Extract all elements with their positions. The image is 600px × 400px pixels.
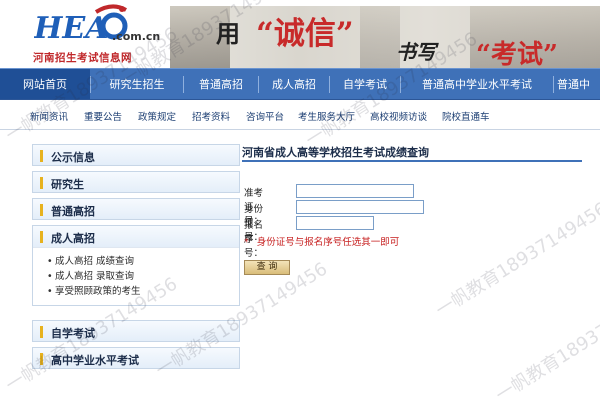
sidebar-item-label: 公示信息 (51, 151, 95, 164)
site-logo[interactable]: HEA .com.cn 河南招生考试信息网 (0, 0, 170, 68)
main-nav: 网站首页 研究生招生 普通高招 成人高招 自学考试 普通高中学业水平考试 普通中 (0, 68, 600, 100)
nav-item-proficiency[interactable]: 普通高中学业水平考试 (401, 69, 553, 99)
score-query-form: 准考证号： 身份证号： 报名序号： * 身份证号与报名序号任选其一即可 (242, 184, 582, 264)
logo-subtitle: 河南招生考试信息网 (33, 52, 132, 64)
sidebar-link-policy-candidates[interactable]: • 享受照顾政策的考生 (47, 284, 239, 299)
sidebar-marker (40, 231, 43, 243)
sidebar: 公示信息 研究生 普通高招 成人高招 • 成人高招 成绩查询 • 成人高招 录取查询… (32, 144, 240, 374)
sidebar-link-admission-query[interactable]: • 成人高招 录取查询 (47, 269, 239, 284)
nav-item-truncated[interactable]: 普通中 (557, 69, 600, 99)
nav-item-regular[interactable]: 普通高招 (184, 69, 258, 99)
sidebar-item-adult[interactable]: 成人高招 (33, 226, 239, 248)
nav-item-home[interactable]: 网站首页 (0, 69, 90, 99)
sidebar-item-proficiency[interactable]: 高中学业水平考试 (32, 347, 240, 369)
sidebar-item-label: 研究生 (51, 178, 84, 191)
sidebar-marker (40, 177, 43, 189)
sidebar-item-label: 自学考试 (51, 327, 95, 340)
sidebar-marker (40, 353, 43, 365)
sidebar-link-label: 享受照顾政策的考生 (55, 286, 141, 297)
header-banner: 用 “诚信” 书写 “考试” (170, 6, 600, 68)
subnav-item-news[interactable]: 新闻资讯 (30, 109, 68, 123)
subnav-item-consult[interactable]: 咨询平台 (246, 109, 284, 123)
sidebar-link-label: 成人高招 录取查询 (55, 271, 135, 282)
sidebar-item-label: 普通高招 (51, 205, 95, 218)
logo-domain: .com.cn (112, 30, 161, 43)
id-number-input[interactable] (296, 200, 424, 214)
query-button[interactable]: 查 询 (244, 260, 290, 275)
required-marker: * (244, 237, 249, 248)
form-note: * 身份证号与报名序号任选其一即可 (244, 234, 399, 248)
ticket-number-input[interactable] (296, 184, 414, 198)
sidebar-sublist: • 成人高招 成绩查询 • 成人高招 录取查询 • 享受照顾政策的考生 (33, 248, 239, 305)
sidebar-marker (40, 150, 43, 162)
sidebar-marker (40, 204, 43, 216)
sidebar-item-regular[interactable]: 普通高招 (32, 198, 240, 220)
sub-nav: 新闻资讯 重要公告 政策规定 招考资料 咨询平台 考生服务大厅 高校视频访谈 院… (0, 100, 600, 130)
registration-number-input[interactable] (296, 216, 374, 230)
banner-word-yong: 用 (216, 19, 240, 48)
subnav-item-materials[interactable]: 招考资料 (192, 109, 230, 123)
nav-item-adult[interactable]: 成人高招 (259, 69, 329, 99)
nav-divider (553, 76, 554, 93)
sidebar-section-adult: 成人高招 • 成人高招 成绩查询 • 成人高招 录取查询 • 享受照顾政策的考生 (32, 225, 240, 306)
sidebar-item-notices[interactable]: 公示信息 (32, 144, 240, 166)
sidebar-link-score-query[interactable]: • 成人高招 成绩查询 (47, 254, 239, 269)
page-title: 河南省成人高等学校招生考试成绩查询 (242, 144, 582, 162)
subnav-item-colleges[interactable]: 院校直通车 (442, 109, 490, 123)
sidebar-marker (40, 326, 43, 338)
subnav-item-policy[interactable]: 政策规定 (138, 109, 176, 123)
bullet-icon: • (47, 256, 53, 267)
banner-word-chengxin: “诚信” (256, 16, 354, 52)
banner-word-shuxie: 书写 (396, 40, 436, 64)
banner-crowd-mid (360, 6, 400, 68)
nav-item-self-study[interactable]: 自学考试 (330, 69, 400, 99)
subnav-item-video[interactable]: 高校视频访谈 (370, 109, 427, 123)
sidebar-item-label: 高中学业水平考试 (51, 354, 139, 367)
sidebar-item-label: 成人高招 (51, 232, 95, 245)
banner-word-kaoshi: “考试” (476, 40, 558, 68)
subnav-item-service-hall[interactable]: 考生服务大厅 (298, 109, 355, 123)
sidebar-link-label: 成人高招 成绩查询 (55, 256, 135, 267)
nav-item-graduate[interactable]: 研究生招生 (91, 69, 183, 99)
sidebar-item-self-study[interactable]: 自学考试 (32, 320, 240, 342)
watermark-text: 一帆教育18937149456 (492, 283, 600, 400)
site-header: HEA .com.cn 河南招生考试信息网 用 “诚信” 书写 “考试” (0, 0, 600, 68)
main-content: 河南省成人高等学校招生考试成绩查询 准考证号： 身份证号： 报名序号： * 身份证… (242, 144, 582, 275)
bullet-icon: • (47, 286, 53, 297)
svg-text:HEA: HEA (34, 11, 109, 44)
subnav-item-notices[interactable]: 重要公告 (84, 109, 122, 123)
sidebar-item-graduate[interactable]: 研究生 (32, 171, 240, 193)
form-note-text: 身份证号与报名序号任选其一即可 (256, 237, 400, 248)
bullet-icon: • (47, 271, 53, 282)
